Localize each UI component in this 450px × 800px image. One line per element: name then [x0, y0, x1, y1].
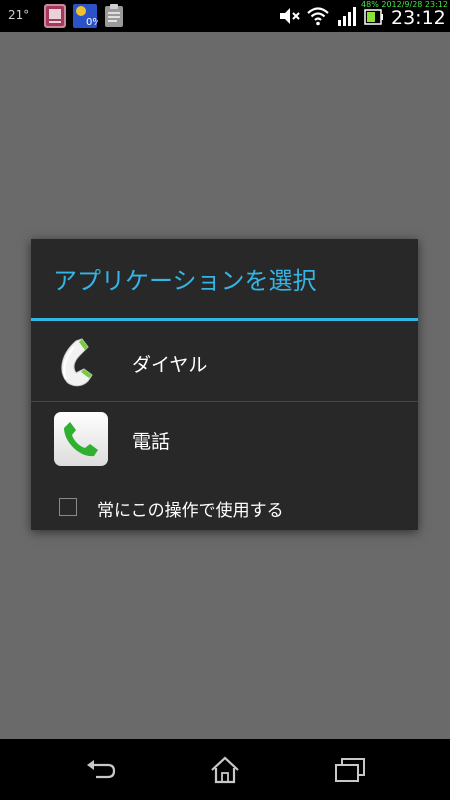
- status-bar: 21° 0%: [0, 0, 450, 32]
- temperature-text: 21°: [8, 8, 30, 22]
- handset-icon: [52, 333, 110, 391]
- recent-apps-icon[interactable]: [333, 755, 367, 785]
- app-label-phone: 電話: [132, 431, 171, 453]
- diary-app-icon: [42, 3, 68, 29]
- phone-app-icon: [52, 410, 110, 468]
- app-option-dialer[interactable]: ダイヤル: [31, 321, 418, 401]
- wifi-icon: [306, 5, 330, 27]
- always-use-option[interactable]: 常にこの操作で使用する: [31, 489, 418, 523]
- status-clock: 23:12: [391, 7, 446, 29]
- clipboard-icon: [101, 3, 127, 29]
- dialog-title-text: アプリケーションを選択: [53, 267, 317, 295]
- app-label-dialer: ダイヤル: [132, 354, 208, 376]
- home-icon[interactable]: [208, 755, 242, 785]
- always-use-label: 常にこの操作で使用する: [97, 501, 284, 521]
- battery-percent-badge: 0%: [86, 17, 98, 28]
- dialog-title: アプリケーションを選択: [53, 261, 317, 296]
- volume-muted-icon: [278, 5, 302, 27]
- back-icon[interactable]: [84, 755, 118, 785]
- cell-signal-icon: [337, 5, 357, 27]
- app-option-phone[interactable]: 電話: [31, 402, 418, 482]
- always-use-checkbox[interactable]: [59, 498, 77, 516]
- battery-percent-app-icon: 0%: [72, 3, 98, 29]
- app-chooser-dialog: アプリケーションを選択 ダイヤル 電話 常にこの操作で使用する: [31, 239, 418, 530]
- navigation-bar: [0, 739, 450, 800]
